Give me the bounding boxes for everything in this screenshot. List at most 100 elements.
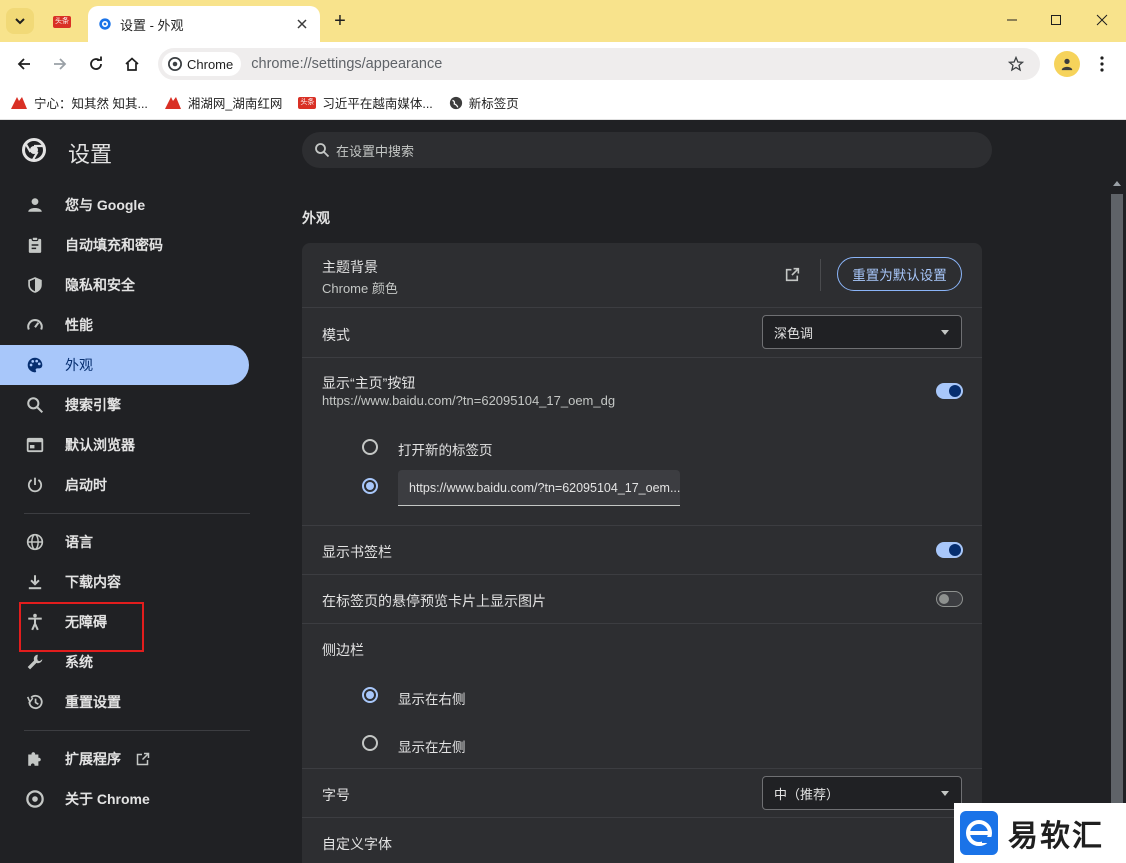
bookmark-item[interactable]: 新标签页 — [449, 90, 519, 116]
close-icon — [1096, 14, 1108, 26]
bookmark-item[interactable]: 湘湖网_湖南红网 — [164, 90, 282, 116]
appearance-card: 主题背景 Chrome 颜色 重置为默认设置 模式 深色调 显示“主页”按钮 h… — [302, 243, 982, 863]
mode-select-value: 深色调 — [774, 325, 814, 341]
hover-preview-toggle[interactable] — [936, 591, 963, 607]
address-bar[interactable]: Chrome chrome://settings/appearance — [158, 48, 1040, 80]
history-icon — [26, 694, 43, 710]
hover-preview-row[interactable]: 在标签页的悬停预览卡片上显示图片 — [302, 574, 982, 623]
side-right-radio[interactable] — [362, 687, 378, 703]
red-logo-icon — [164, 96, 181, 109]
scroll-up-arrow-icon[interactable] — [1113, 181, 1121, 186]
sidebar-item-autofill[interactable]: 自动填充和密码 — [0, 225, 249, 265]
font-size-select[interactable]: 中（推荐） — [762, 776, 962, 810]
page-title: 设置 — [68, 142, 113, 167]
bookmark-label: 湘湖网_湖南红网 — [187, 97, 283, 111]
sidebar-item-label: 重置设置 — [65, 694, 121, 710]
arrow-left-icon — [17, 58, 30, 70]
home-icon — [125, 57, 139, 71]
reset-theme-button[interactable]: 重置为默认设置 — [837, 257, 962, 291]
chrome-icon — [168, 57, 182, 71]
home-url-input[interactable]: https://www.baidu.com/?tn=62095104_17_oe… — [398, 470, 680, 506]
maximize-icon — [1051, 15, 1061, 25]
minimize-icon — [1007, 19, 1017, 21]
hover-preview-label: 在标签页的悬停预览卡片上显示图片 — [322, 593, 546, 609]
more-vert-icon — [1100, 56, 1104, 72]
url-text[interactable]: chrome://settings/appearance — [251, 56, 1002, 72]
sidebar-item-appearance[interactable]: 外观 — [0, 345, 249, 385]
home-newtab-label: 打开新的标签页 — [398, 443, 493, 458]
settings-header: 设置 在设置中搜索 — [0, 121, 1126, 177]
side-panel-label: 侧边栏 — [322, 642, 364, 658]
title-bar: 头条 设置 - 外观 + — [0, 0, 1126, 42]
sidebar-item-privacy[interactable]: 隐私和安全 — [0, 265, 249, 305]
active-tab-title: 设置 - 外观 — [120, 17, 184, 33]
sidebar-item-performance[interactable]: 性能 — [0, 305, 249, 345]
toutiao-favicon: 头条 — [298, 96, 317, 109]
reload-button[interactable] — [82, 50, 110, 78]
new-tab-button[interactable]: + — [326, 8, 354, 34]
sidebar-item-you-and-google[interactable]: 您与 Google — [0, 185, 249, 225]
sidebar-item-label: 关于 Chrome — [65, 791, 150, 807]
sidebar-item-label: 隐私和安全 — [65, 277, 135, 293]
home-button-toggle[interactable] — [936, 383, 963, 399]
pinned-tab[interactable]: 头条 — [44, 8, 80, 36]
settings-search-input[interactable]: 在设置中搜索 — [302, 132, 992, 168]
side-left-radio[interactable] — [362, 735, 378, 751]
bookmark-item[interactable]: 宁心：知其然 知其... — [10, 90, 148, 116]
power-icon — [27, 477, 43, 493]
sidebar-item-on-startup[interactable]: 启动时 — [0, 465, 249, 505]
sidebar-item-reset[interactable]: 重置设置 — [0, 682, 249, 722]
sidebar-item-label: 语言 — [65, 534, 93, 550]
sidebar-item-label: 自动填充和密码 — [65, 237, 163, 253]
maximize-button[interactable] — [1034, 6, 1078, 34]
back-button[interactable] — [10, 50, 38, 78]
home-newtab-radio[interactable] — [362, 439, 378, 455]
tab-close-button[interactable] — [294, 16, 310, 32]
site-chip[interactable]: Chrome — [162, 52, 242, 76]
bookmark-item[interactable]: 头条 习近平在越南媒体... — [298, 90, 433, 116]
sidebar-item-label: 默认浏览器 — [65, 437, 135, 453]
page-scrollbar[interactable] — [1108, 177, 1126, 863]
toolbar: Chrome chrome://settings/appearance — [0, 42, 1126, 86]
custom-fonts-row[interactable]: 自定义字体 — [302, 817, 982, 863]
close-icon — [297, 19, 307, 29]
bookmarks-bar-row[interactable]: 显示书签栏 — [302, 525, 982, 574]
watermark: 易软汇 — [954, 803, 1126, 863]
red-logo-icon — [11, 96, 27, 109]
close-window-button[interactable] — [1080, 6, 1124, 34]
theme-row[interactable]: 主题背景 Chrome 颜色 重置为默认设置 — [302, 243, 982, 307]
profile-avatar-button[interactable] — [1054, 51, 1080, 77]
chevron-down-icon — [15, 18, 25, 25]
bookmark-star-button[interactable] — [1002, 50, 1030, 78]
bookmark-label: 习近平在越南媒体... — [322, 97, 433, 111]
search-icon — [315, 143, 330, 158]
sidebar-item-label: 扩展程序 — [65, 751, 121, 767]
bookmarks-bar: 宁心：知其然 知其... 湘湖网_湖南红网 头条 习近平在越南媒体... 新标签… — [0, 86, 1126, 120]
settings-page: 设置 在设置中搜索 您与 Google 自动填充和密码 隐私和安全 性能 外观 — [0, 121, 1126, 863]
open-in-new-icon[interactable] — [784, 266, 801, 283]
home-button[interactable] — [118, 50, 146, 78]
forward-button[interactable] — [46, 50, 74, 78]
sidebar-item-languages[interactable]: 语言 — [0, 522, 249, 562]
sidebar-item-default-browser[interactable]: 默认浏览器 — [0, 425, 249, 465]
sidebar-item-downloads[interactable]: 下载内容 — [0, 562, 249, 602]
globe-icon — [449, 96, 462, 109]
sidebar-item-search-engine[interactable]: 搜索引擎 — [0, 385, 249, 425]
chrome-menu-button[interactable] — [1090, 50, 1114, 78]
minimize-button[interactable] — [990, 6, 1034, 34]
mode-select[interactable]: 深色调 — [762, 315, 962, 349]
scrollbar-thumb[interactable] — [1111, 194, 1123, 812]
active-tab[interactable]: 设置 - 外观 — [88, 6, 320, 42]
watermark-text: 易软汇 — [1008, 820, 1104, 853]
home-button-row: 显示“主页”按钮 https://www.baidu.com/?tn=62095… — [302, 357, 982, 525]
globe-icon — [26, 533, 44, 551]
gear-icon — [99, 18, 111, 30]
bookmarks-bar-toggle[interactable] — [936, 542, 963, 558]
sidebar-item-extensions[interactable]: 扩展程序 — [0, 739, 249, 779]
sidebar-item-about-chrome[interactable]: 关于 Chrome — [0, 779, 249, 819]
person-icon — [1061, 58, 1073, 71]
section-title: 外观 — [302, 210, 330, 226]
tab-search-button[interactable] — [6, 8, 34, 34]
toutiao-favicon: 头条 — [53, 16, 71, 28]
bookmarks-bar-label: 显示书签栏 — [322, 544, 392, 560]
